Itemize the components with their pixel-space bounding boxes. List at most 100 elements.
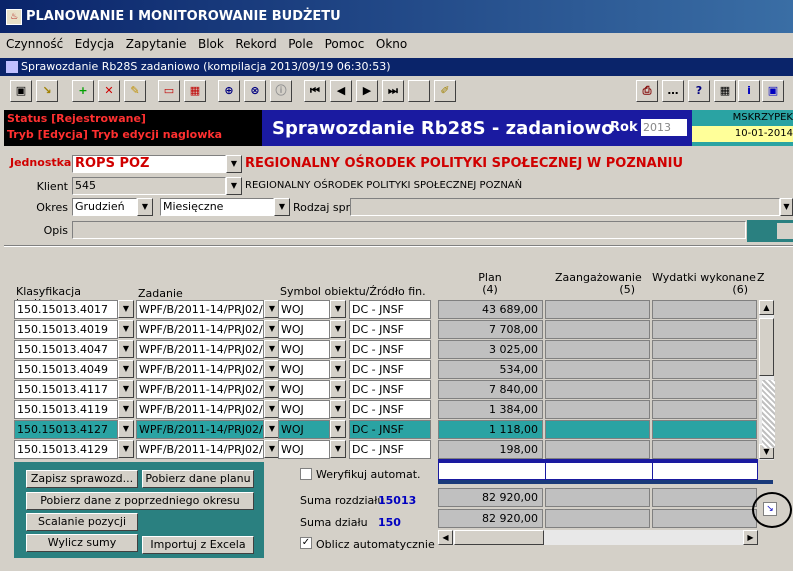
klasyfikacja-dropdown-icon[interactable]: ▼ [118,320,134,338]
plan-cell[interactable]: 7 840,00 [438,380,543,399]
zadanie-cell[interactable]: WPF/B/2011-14/PRJ02/PO [136,380,264,399]
find-next-icon[interactable]: ⊗ [244,80,266,102]
klasyfikacja-cell[interactable]: 150.15013.4117 [14,380,118,399]
symbol-dropdown-icon[interactable]: ▼ [330,300,346,318]
plan-cell[interactable]: 3 025,00 [438,340,543,359]
plan-cell[interactable]: 1 384,00 [438,400,543,419]
zapisz-sprawozdanie-button[interactable]: Zapisz sprawozd... [26,470,138,488]
symbol-cell[interactable]: WOJ [278,340,330,359]
zaangazowanie-cell[interactable] [545,300,650,319]
symbol-dropdown-icon[interactable]: ▼ [330,440,346,458]
klasyfikacja-cell[interactable]: 150.15013.4017 [14,300,118,319]
zaangazowanie-cell[interactable] [545,340,650,359]
klasyfikacja-dropdown-icon[interactable]: ▼ [118,300,134,318]
wydatki-cell[interactable] [652,400,757,419]
zaangazowanie-cell[interactable] [545,440,650,459]
zaangazowanie-cell[interactable] [545,360,650,379]
zaangazowanie-cell[interactable] [545,380,650,399]
klasyfikacja-cell[interactable]: 150.15013.4019 [14,320,118,339]
first-record-icon[interactable]: ⏮ [304,80,326,102]
scroll-thumb[interactable] [759,318,774,376]
symbol-dropdown-icon[interactable]: ▼ [330,400,346,418]
wydatki-cell[interactable] [652,300,757,319]
plan-cell[interactable]: 43 689,00 [438,300,543,319]
klasyfikacja-dropdown-icon[interactable]: ▼ [118,440,134,458]
oblicz-checkbox[interactable]: ✓ [300,537,312,549]
edit-icon[interactable]: ✐ [434,80,456,102]
more-icon[interactable]: … [662,80,684,102]
help-icon[interactable]: ? [688,80,710,102]
zrodlo-cell[interactable]: DC - JNSF [349,400,431,419]
klient-dropdown-icon[interactable]: ▼ [226,177,242,195]
klasyfikacja-cell[interactable]: 150.15013.4127 [14,420,118,439]
scroll-right-icon[interactable]: ▶ [743,530,758,545]
menu-pomoc[interactable]: Pomoc [325,37,365,51]
zadanie-cell[interactable]: WPF/B/2011-14/PRJ02/PO [136,300,264,319]
menu-czynnosc[interactable]: Czynność [6,37,63,51]
period-type-select[interactable]: Miesięczne [160,198,274,216]
resize-corner-icon[interactable]: ↘ [763,502,777,516]
wydatki-cell[interactable] [652,320,757,339]
menu-edycja[interactable]: Edycja [75,37,115,51]
rodzaj-dropdown-icon[interactable]: ▼ [780,198,793,216]
exit-icon[interactable]: ↘ [36,80,58,102]
clear-icon[interactable]: ✎ [124,80,146,102]
pobierz-dane-planu-button[interactable]: Pobierz dane planu [142,470,254,488]
klasyfikacja-dropdown-icon[interactable]: ▼ [118,400,134,418]
menu-zapytanie[interactable]: Zapytanie [126,37,187,51]
okres-dropdown-icon[interactable]: ▼ [137,198,153,216]
pobierz-poprzedni-okres-button[interactable]: Pobierz dane z poprzedniego okresu [26,492,254,510]
weryfikuj-checkbox[interactable] [300,468,312,480]
execute-query-icon[interactable]: ▦ [184,80,206,102]
next-record-icon[interactable]: ▶ [356,80,378,102]
plan-cell[interactable]: 7 708,00 [438,320,543,339]
zrodlo-cell[interactable]: DC - JNSF [349,380,431,399]
symbol-cell[interactable]: WOJ [278,380,330,399]
klasyfikacja-dropdown-icon[interactable]: ▼ [118,340,134,358]
zaangazowanie-cell[interactable] [545,400,650,419]
jednostka-code-field[interactable]: ROPS POZ [72,155,226,173]
menu-pole[interactable]: Pole [288,37,313,51]
find-icon[interactable]: ⊕ [218,80,240,102]
klasyfikacja-cell[interactable]: 150.15013.4047 [14,340,118,359]
zadanie-cell[interactable]: WPF/B/2011-14/PRJ02/PO [136,340,264,359]
previous-record-icon[interactable]: ◀ [330,80,352,102]
table-horizontal-scrollbar[interactable]: ◀ ▶ [438,530,758,545]
insert-record-icon[interactable]: + [72,80,94,102]
blank-tool-icon[interactable] [408,80,430,102]
symbol-dropdown-icon[interactable]: ▼ [330,420,346,438]
klasyfikacja-dropdown-icon[interactable]: ▼ [118,380,134,398]
klasyfikacja-cell[interactable]: 150.15013.4129 [14,440,118,459]
calendar-icon[interactable]: ▦ [714,80,736,102]
hscroll-thumb[interactable] [454,530,544,545]
menu-rekord[interactable]: Rekord [235,37,276,51]
symbol-dropdown-icon[interactable]: ▼ [330,340,346,358]
symbol-cell[interactable]: WOJ [278,400,330,419]
save-icon[interactable]: ▣ [10,80,32,102]
symbol-cell[interactable]: WOJ [278,320,330,339]
wydatki-cell[interactable] [652,360,757,379]
zrodlo-cell[interactable]: DC - JNSF [349,340,431,359]
zrodlo-cell[interactable]: DC - JNSF [349,300,431,319]
wydatki-cell[interactable] [652,380,757,399]
lock-icon[interactable]: ⓘ [270,80,292,102]
scalanie-pozycji-button[interactable]: Scalanie pozycji [26,513,138,531]
rodzaj-select[interactable] [350,198,780,216]
enter-query-icon[interactable]: ▭ [158,80,180,102]
zadanie-cell[interactable]: WPF/B/2011-14/PRJ02/PO [136,420,264,439]
scroll-left-icon[interactable]: ◀ [438,530,453,545]
wylicz-sumy-button[interactable]: Wylicz sumy [26,534,138,552]
plan-cell[interactable]: 1 118,00 [438,420,543,439]
wydatki-cell[interactable] [652,440,757,459]
zaangazowanie-cell[interactable] [545,420,650,439]
zaangazowanie-cell[interactable] [545,320,650,339]
zrodlo-cell[interactable]: DC - JNSF [349,320,431,339]
wydatki-cell[interactable] [652,340,757,359]
zadanie-cell[interactable]: WPF/B/2011-14/PRJ02/PO [136,400,264,419]
delete-record-icon[interactable]: ✕ [98,80,120,102]
symbol-dropdown-icon[interactable]: ▼ [330,380,346,398]
symbol-dropdown-icon[interactable]: ▼ [330,360,346,378]
symbol-dropdown-icon[interactable]: ▼ [330,320,346,338]
menu-blok[interactable]: Blok [198,37,224,51]
zrodlo-cell[interactable]: DC - JNSF [349,440,431,459]
